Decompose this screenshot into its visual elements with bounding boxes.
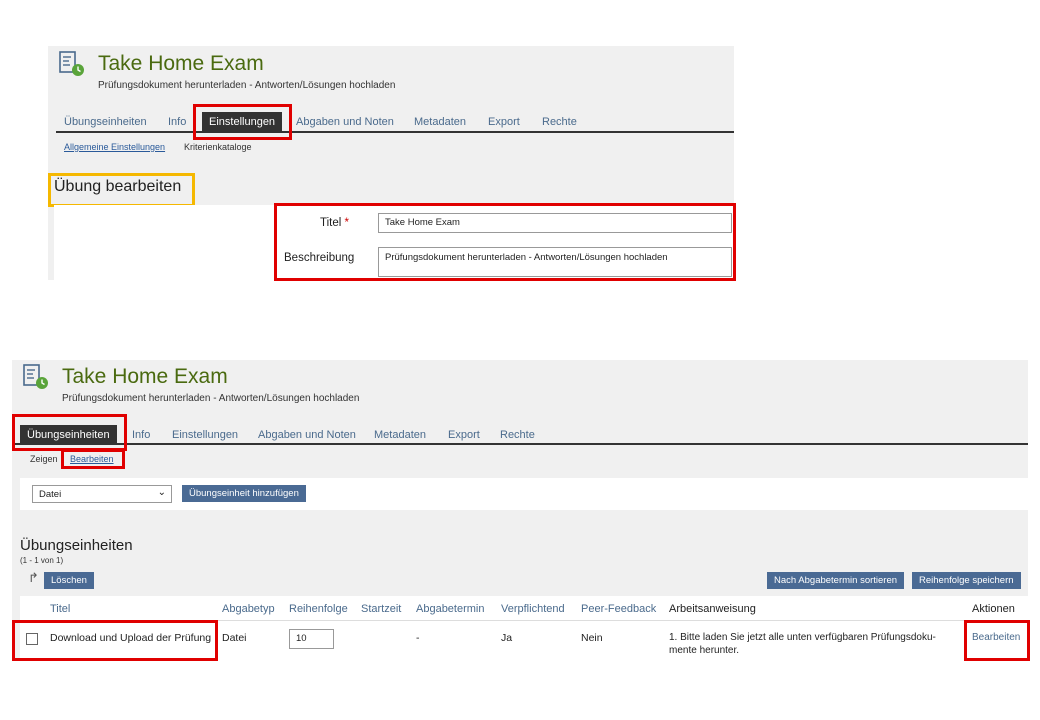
exercise-icon (23, 364, 48, 389)
add-unit-button[interactable]: Übungseinheit hinzufügen (182, 485, 306, 502)
row-instruction-line-1: 1. Bitte laden Sie jetzt alle unten verf… (669, 632, 936, 643)
page-subtitle: Prüfungsdokument herunterladen - Antwort… (62, 393, 360, 404)
exercise-icon (59, 51, 84, 76)
tab-abgaben-und-noten[interactable]: Abgaben und Noten (258, 429, 356, 441)
row-instruction-line-2: mente herunter. (669, 645, 740, 656)
tab-underline (14, 443, 1028, 445)
tab-info[interactable]: Info (132, 429, 150, 441)
save-order-button[interactable]: Reihenfolge speichern (912, 572, 1021, 589)
row-peer-feedback: Nein (581, 632, 603, 644)
subtab-allgemeine-einstellungen[interactable]: Allgemeine Einstellungen (64, 142, 165, 152)
tab-info[interactable]: Info (168, 116, 186, 128)
subtab-zeigen[interactable]: Zeigen (30, 454, 58, 464)
tab-underline (56, 131, 734, 133)
tab-metadaten[interactable]: Metadaten (414, 116, 466, 128)
col-verpflichtend[interactable]: Verpflichtend (501, 603, 565, 615)
row-type: Datei (222, 632, 247, 644)
col-reihenfolge[interactable]: Reihenfolge (289, 603, 348, 615)
highlight-edit-link (964, 620, 1030, 661)
tab-export[interactable]: Export (448, 429, 480, 441)
subtab-kriterienkataloge[interactable]: Kriterienkataloge (184, 142, 252, 152)
highlight-bearbeiten-subtab (61, 449, 125, 469)
page-subtitle: Prüfungsdokument herunterladen - Antwort… (98, 80, 396, 91)
highlight-einstellungen-tab (193, 104, 292, 140)
tab-einstellungen[interactable]: Einstellungen (172, 429, 238, 441)
section-title: Übungseinheiten (20, 537, 133, 554)
page-title: Take Home Exam (62, 365, 228, 388)
tab-rechte[interactable]: Rechte (542, 116, 577, 128)
col-titel[interactable]: Titel (50, 603, 70, 615)
page-title: Take Home Exam (98, 52, 264, 75)
tab-uebungseinheiten[interactable]: Übungseinheiten (64, 116, 147, 128)
col-peer-feedback[interactable]: Peer-Feedback (581, 603, 656, 615)
item-count: (1 - 1 von 1) (20, 556, 64, 565)
chevron-down-icon: ⌄ (157, 487, 166, 498)
highlight-row-title (12, 620, 218, 661)
tab-rechte[interactable]: Rechte (500, 429, 535, 441)
delete-button[interactable]: Löschen (44, 572, 94, 589)
row-deadline: - (416, 632, 420, 644)
col-abgabetyp[interactable]: Abgabetyp (222, 603, 275, 615)
sort-by-deadline-button[interactable]: Nach Abgabetermin sortieren (767, 572, 905, 589)
tab-metadaten[interactable]: Metadaten (374, 429, 426, 441)
tab-abgaben-und-noten[interactable]: Abgaben und Noten (296, 116, 394, 128)
tab-export[interactable]: Export (488, 116, 520, 128)
col-abgabetermin[interactable]: Abgabetermin (416, 603, 485, 615)
row-mandatory: Ja (501, 632, 513, 644)
col-aktionen: Aktionen (972, 603, 1015, 615)
highlight-form (274, 203, 736, 281)
select-arrow-icon: ↱ (28, 570, 39, 585)
order-input[interactable]: 10 (289, 629, 334, 649)
type-select-value: Datei (39, 489, 62, 500)
highlight-uebungseinheiten-tab (12, 414, 127, 451)
type-select[interactable]: Datei ⌄ (32, 485, 172, 503)
highlight-heading (48, 173, 195, 207)
col-arbeitsanweisung: Arbeitsanweisung (669, 603, 756, 615)
col-startzeit[interactable]: Startzeit (361, 603, 401, 615)
